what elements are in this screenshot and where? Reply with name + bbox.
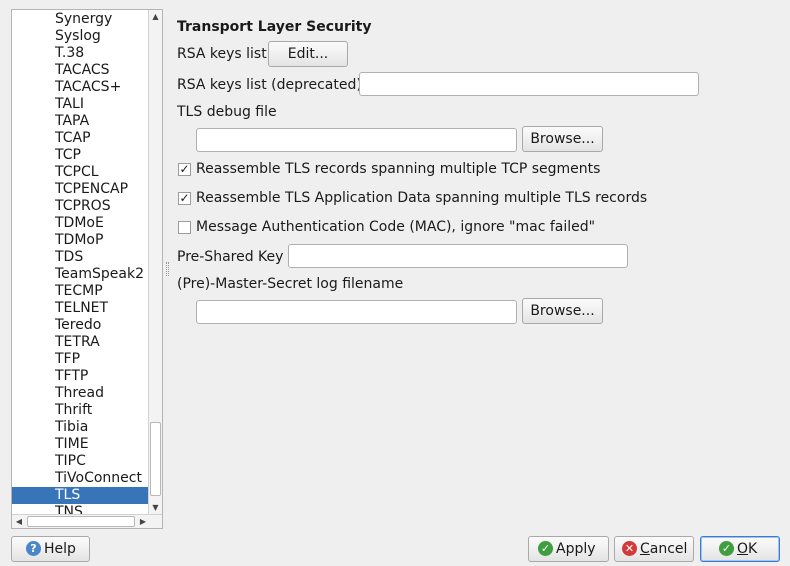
cancel-button-label: Cancel [640, 537, 687, 561]
horizontal-scrollbar[interactable]: ◀ ▶ [12, 514, 162, 528]
reassemble-records-label[interactable]: Reassemble TLS records spanning multiple… [196, 159, 600, 179]
tree-item[interactable]: Tibia [12, 419, 149, 436]
horizontal-scroll-thumb[interactable] [27, 516, 135, 527]
tree-item[interactable]: TIME [12, 436, 149, 453]
help-button[interactable]: ? Help [11, 536, 90, 562]
ok-button-label: OK [737, 537, 757, 561]
scroll-right-arrow-icon[interactable]: ▶ [136, 515, 150, 528]
tree-item[interactable]: TeamSpeak2 [12, 266, 149, 283]
tree-item[interactable]: TACACS [12, 62, 149, 79]
tree-item[interactable]: TFTP [12, 368, 149, 385]
tree-item[interactable]: TLS [12, 487, 149, 504]
vertical-scroll-thumb[interactable] [150, 422, 161, 496]
tls-debug-browse-button[interactable]: Browse... [522, 126, 603, 152]
tree-item[interactable]: TCPCL [12, 164, 149, 181]
tree-item[interactable]: TCP [12, 147, 149, 164]
master-secret-input[interactable] [196, 300, 517, 324]
cancel-icon: ✕ [622, 541, 637, 556]
mac-ignore-checkbox[interactable] [178, 221, 191, 234]
rsa-keys-label: RSA keys list [177, 46, 267, 62]
tree-item[interactable]: Synergy [12, 11, 149, 28]
tree-item[interactable]: TACACS+ [12, 79, 149, 96]
tls-debug-file-input[interactable] [196, 128, 517, 152]
ok-button[interactable]: ✓ OK [700, 536, 780, 562]
tree-item[interactable]: T.38 [12, 45, 149, 62]
cancel-mnemonic: C [640, 541, 650, 557]
tree-item[interactable]: TCAP [12, 130, 149, 147]
reassemble-appdata-checkbox[interactable]: ✓ [178, 192, 191, 205]
tree-item[interactable]: Syslog [12, 28, 149, 45]
reassemble-appdata-label[interactable]: Reassemble TLS Application Data spanning… [196, 188, 647, 208]
vertical-scrollbar[interactable]: ▲ ▼ [148, 10, 162, 515]
tree-item[interactable]: TIPC [12, 453, 149, 470]
help-icon: ? [26, 541, 41, 556]
tree-item[interactable]: TCPROS [12, 198, 149, 215]
check-icon: ✓ [719, 541, 734, 556]
psk-label: Pre-Shared Key [177, 249, 284, 265]
splitter-handle[interactable] [166, 262, 169, 276]
ok-label-rest: K [748, 541, 758, 557]
master-secret-label: (Pre)-Master-Secret log filename [177, 276, 404, 292]
ok-mnemonic: O [737, 541, 749, 557]
tree-item[interactable]: Thrift [12, 402, 149, 419]
tree-item[interactable]: TALI [12, 96, 149, 113]
tree-item[interactable]: TiVoConnect [12, 470, 149, 487]
master-secret-browse-button[interactable]: Browse... [522, 298, 603, 324]
tls-debug-label: TLS debug file [177, 104, 277, 120]
scroll-up-arrow-icon[interactable]: ▲ [149, 10, 162, 24]
reassemble-records-checkbox[interactable]: ✓ [178, 163, 191, 176]
tree-item[interactable]: TDMoP [12, 232, 149, 249]
mac-ignore-label[interactable]: Message Authentication Code (MAC), ignor… [196, 217, 595, 237]
tree-item[interactable]: TAPA [12, 113, 149, 130]
cancel-label-rest: ancel [649, 541, 688, 557]
tree-item[interactable]: TECMP [12, 283, 149, 300]
scroll-down-arrow-icon[interactable]: ▼ [149, 501, 162, 515]
protocol-tree[interactable]: Synergy Syslog T.38 TACACS TACACS+ TALI TAPA TC… [11, 9, 163, 529]
rsa-keys-edit-button[interactable]: Edit... [268, 41, 348, 67]
tree-item[interactable]: TELNET [12, 300, 149, 317]
tree-item[interactable]: Thread [12, 385, 149, 402]
tree-item[interactable]: TCPENCAP [12, 181, 149, 198]
tree-item[interactable]: TDMoE [12, 215, 149, 232]
tree-item[interactable]: TDS [12, 249, 149, 266]
apply-button-label: Apply [556, 541, 596, 557]
psk-input[interactable] [288, 244, 628, 268]
help-button-label: Help [44, 541, 76, 557]
check-icon: ✓ [538, 541, 553, 556]
tree-item[interactable]: TETRA [12, 334, 149, 351]
section-title: Transport Layer Security [177, 19, 372, 35]
apply-button[interactable]: ✓ Apply [528, 536, 609, 562]
rsa-deprecated-input[interactable] [359, 72, 699, 96]
tree-item[interactable]: Teredo [12, 317, 149, 334]
protocol-list[interactable]: Synergy Syslog T.38 TACACS TACACS+ TALI TAPA TC… [12, 10, 149, 515]
cancel-button[interactable]: ✕ Cancel [614, 536, 694, 562]
scroll-left-arrow-icon[interactable]: ◀ [12, 515, 26, 528]
tree-item[interactable]: TFP [12, 351, 149, 368]
rsa-deprecated-label: RSA keys list (deprecated) [177, 77, 362, 93]
